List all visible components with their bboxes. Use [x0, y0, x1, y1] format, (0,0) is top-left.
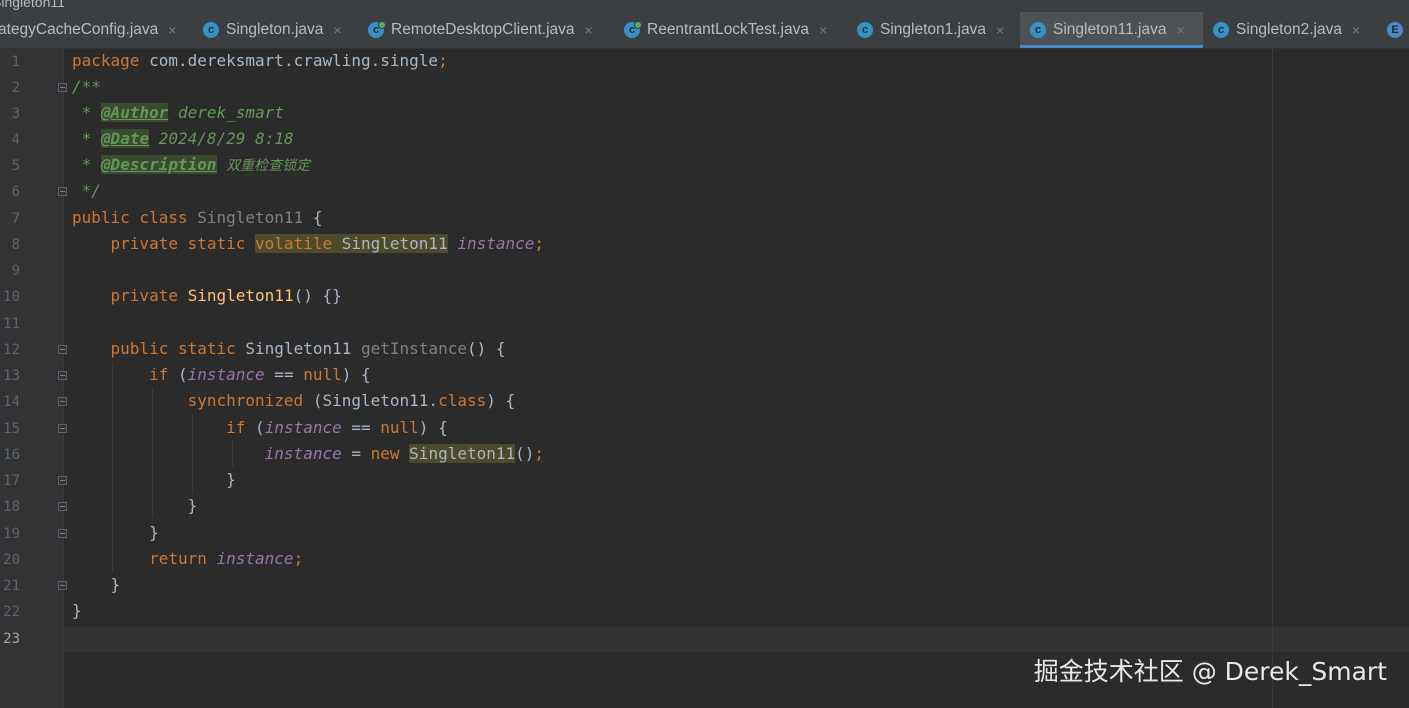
run-class-icon: c [624, 21, 642, 38]
close-icon[interactable]: × [585, 22, 593, 38]
code-line-1: package com.dereksmart.crawling.single; [72, 51, 448, 70]
close-icon[interactable]: × [1352, 22, 1360, 38]
close-icon[interactable]: × [819, 22, 827, 38]
line-number: 12 [3, 342, 20, 358]
code-line-15: if (instance == null) { [226, 418, 448, 437]
run-class-icon: c [368, 21, 386, 38]
code-line-14: synchronized (Singleton11.class) { [187, 391, 516, 410]
line-number: 13 [3, 368, 20, 384]
close-icon[interactable]: × [1176, 22, 1184, 38]
code-line-10: private Singleton11() {} [110, 286, 342, 305]
line-number: 17 [3, 473, 20, 489]
line-number: 22 [3, 604, 20, 620]
line-number: 11 [3, 316, 20, 332]
class-icon: c [203, 22, 219, 38]
right-margin-guide [1272, 49, 1273, 708]
tab-strategy-cache-config[interactable]: ategyCacheConfig.java × [0, 12, 176, 48]
line-number: 18 [3, 499, 20, 515]
tab-singleton2[interactable]: c Singleton2.java × [1213, 12, 1360, 48]
code-line-5: * @Description 双重检查锁定 [81, 155, 311, 174]
tab-label: ategyCacheConfig.java [0, 21, 159, 38]
line-number: 3 [11, 106, 20, 122]
line-number: 15 [3, 421, 20, 437]
code-line-16: instance = new Singleton11(); [264, 444, 545, 463]
line-number: 9 [11, 263, 20, 279]
code-line-2: /** [72, 77, 101, 96]
line-number-current: 23 [3, 631, 20, 647]
tab-label: RemoteDesktopClient.java [391, 21, 575, 38]
tab-label: Singleton11.java [1053, 21, 1167, 38]
line-number: 6 [11, 184, 20, 200]
watermark: 掘金技术社区 @ Derek_Smart [1033, 657, 1387, 686]
line-number: 10 [3, 289, 20, 305]
code-line-12: public static Singleton11 getInstance() … [110, 339, 506, 358]
line-number: 19 [3, 526, 20, 542]
line-number: 8 [11, 237, 20, 253]
line-number: 4 [11, 132, 20, 148]
line-number: 5 [11, 158, 20, 174]
tab-reentrant-lock-test[interactable]: c ReentrantLockTest.java × [624, 12, 827, 48]
code-line-20: return instance; [149, 549, 304, 568]
tab-enum[interactable]: E [1387, 12, 1403, 48]
close-icon[interactable]: × [333, 22, 341, 38]
class-icon: c [857, 22, 873, 38]
line-number: 20 [3, 552, 20, 568]
code-line-8: private static volatile Singleton11 inst… [110, 234, 545, 253]
window-title: Singleton11 [0, 0, 65, 10]
code-line-7: public class Singleton11 { [72, 208, 323, 227]
line-number: 7 [11, 211, 20, 227]
code-line-19: } [149, 523, 159, 542]
code-line-3: * @Author derek_smart [81, 103, 284, 122]
line-number-gutter[interactable]: 1 2 3 4 5 6 7 8 9 10 11 12 13 14 15 16 1… [0, 49, 67, 708]
code-line-18: } [187, 496, 198, 515]
code-line-4: * @Date 2024/8/29 8:18 [81, 129, 294, 148]
tab-singleton11[interactable]: c Singleton11.java × [1020, 12, 1203, 48]
tab-singleton[interactable]: c Singleton.java × [203, 12, 342, 48]
class-icon: c [1213, 22, 1229, 38]
close-icon[interactable]: × [168, 22, 176, 38]
code-line-6: */ [81, 181, 101, 200]
tab-label: ReentrantLockTest.java [647, 21, 809, 38]
line-number: 2 [11, 80, 20, 96]
code-line-17: } [226, 470, 236, 489]
class-icon: c [1030, 22, 1046, 38]
code-line-22: } [72, 601, 82, 620]
tab-remote-desktop-client[interactable]: c RemoteDesktopClient.java × [368, 12, 593, 48]
line-number: 1 [11, 54, 20, 70]
tab-label: Singleton.java [226, 21, 324, 38]
line-number: 21 [3, 578, 20, 594]
editor-tab-bar: ategyCacheConfig.java × c Singleton.java… [0, 12, 1409, 49]
tab-singleton1[interactable]: c Singleton1.java × [857, 12, 1004, 48]
code-line-21: } [110, 575, 121, 594]
enum-icon: E [1387, 22, 1403, 38]
line-number: 16 [3, 447, 20, 463]
close-icon[interactable]: × [996, 22, 1004, 38]
code-line-13: if (instance == null) { [149, 365, 371, 384]
code-editor[interactable]: package com.dereksmart.crawling.single; … [64, 49, 1409, 708]
tab-label: Singleton1.java [880, 21, 986, 38]
line-number: 14 [3, 394, 20, 410]
tab-label: Singleton2.java [1236, 21, 1342, 38]
current-line-highlight [64, 627, 1409, 652]
window-title-bar: Singleton11 [0, 0, 1409, 12]
